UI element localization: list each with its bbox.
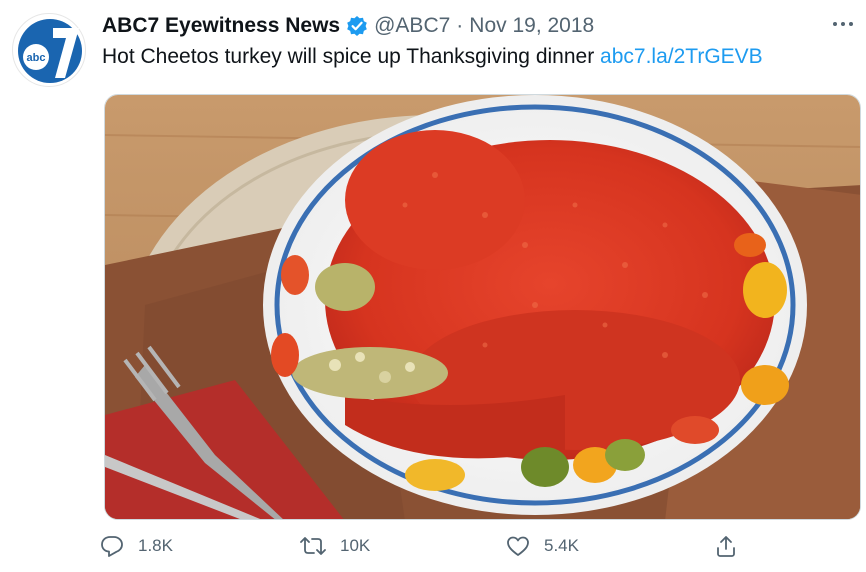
tweet-header: ABC7 Eyewitness News @ABC7 · Nov 19, 201… — [102, 13, 594, 39]
author-handle[interactable]: @ABC7 — [374, 14, 450, 38]
author-name[interactable]: ABC7 Eyewitness News — [102, 14, 340, 38]
retweet-count: 10K — [340, 536, 371, 555]
tweet-text: Hot Cheetos turkey will spice up Thanksg… — [102, 45, 763, 69]
reply-count: 1.8K — [138, 536, 173, 555]
reply-button[interactable]: 1.8K — [100, 534, 173, 558]
retweet-button[interactable]: 10K — [300, 534, 370, 558]
header-separator: · — [456, 14, 464, 37]
retweet-icon — [300, 537, 326, 555]
tweet-body-text: Hot Cheetos turkey will spice up Thanksg… — [102, 45, 595, 68]
like-icon — [507, 536, 529, 556]
tweet-date[interactable]: Nov 19, 2018 — [469, 14, 594, 38]
tweet-image[interactable] — [104, 94, 861, 520]
abc7-logo-icon: abc — [18, 19, 82, 83]
tweet-actions: 1.8K 10K 5.4K — [100, 534, 750, 566]
reply-icon — [101, 536, 123, 557]
avatar-logo-text: abc — [27, 52, 46, 64]
share-button[interactable] — [714, 534, 752, 558]
tweet-link[interactable]: abc7.la/2TrGEVB — [600, 45, 763, 68]
like-count: 5.4K — [544, 536, 579, 555]
share-icon — [717, 536, 735, 557]
more-icon[interactable] — [832, 8, 854, 34]
like-button[interactable]: 5.4K — [506, 534, 579, 558]
verified-badge-icon — [346, 15, 368, 37]
hot-cheetos-turkey-photo — [105, 95, 860, 519]
avatar[interactable]: abc — [12, 13, 86, 87]
